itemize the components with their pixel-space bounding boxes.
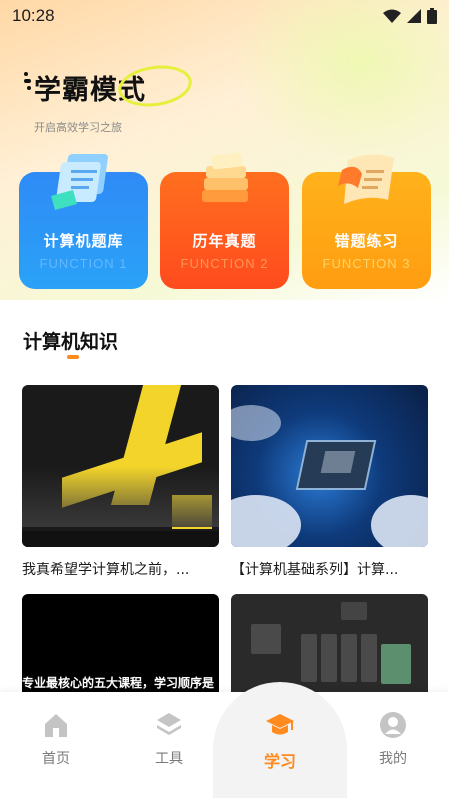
card-label: 历年真题 (192, 232, 257, 250)
card-sub: FUNCTION 2 (180, 256, 269, 271)
status-bar: 10:28 (0, 0, 449, 32)
home-icon (45, 714, 67, 737)
scroll-paper-icon (338, 154, 394, 204)
card-sub: FUNCTION 3 (322, 256, 411, 271)
thumbnail-title: 专业最核心的五大课程，学习顺序是 (22, 676, 215, 690)
thumbnail-caption-strip (22, 531, 219, 547)
video-caption: 【计算机基础系列】计算... (231, 562, 399, 578)
function-cards: 计算机题库 FUNCTION 1 历年真题 FUNCTION 2 错题练习 FU… (19, 152, 431, 290)
video-thumbnail[interactable] (231, 385, 428, 547)
section-underline (67, 355, 79, 359)
layers-icon (157, 713, 181, 735)
video-caption: 我真希望学计算机之前，... (22, 562, 190, 578)
video-card[interactable]: 【计算机基础系列】计算... (231, 385, 428, 579)
section-title: 计算机知识 (23, 331, 119, 353)
brand-subtitle: 开启高效学习之旅 (34, 121, 122, 134)
card-label: 计算机题库 (43, 232, 124, 250)
card-wrong-questions[interactable]: 错题练习 FUNCTION 3 (302, 154, 431, 289)
graduation-cap-icon (266, 714, 294, 735)
video-thumbnail[interactable] (22, 385, 219, 547)
card-sub: FUNCTION 1 (39, 256, 128, 271)
brand-title: 学霸模式 (22, 61, 195, 111)
tab-study[interactable]: 学习 (240, 710, 320, 772)
battery-icon (427, 8, 437, 24)
status-time: 10:28 (12, 6, 55, 25)
tab-label: 首页 (42, 751, 70, 767)
card-label: 错题练习 (334, 232, 399, 250)
tab-label: 我的 (379, 751, 407, 767)
brand: 学霸模式 开启高效学习之旅 (22, 61, 195, 135)
brand-mark-icon (24, 72, 32, 90)
book-stack-icon (202, 152, 248, 202)
card-past-exams[interactable]: 历年真题 FUNCTION 2 (160, 152, 289, 289)
document-stack-icon (51, 154, 108, 210)
card-question-bank[interactable]: 计算机题库 FUNCTION 1 (19, 154, 148, 289)
tab-me[interactable]: 我的 (353, 710, 433, 768)
status-icons (383, 8, 437, 24)
signal-icon (407, 9, 421, 23)
wifi-icon (383, 9, 401, 23)
tab-tools[interactable]: 工具 (129, 710, 209, 768)
user-icon (380, 712, 406, 738)
video-card[interactable]: 我真希望学计算机之前，... (22, 385, 219, 579)
tab-home[interactable]: 首页 (16, 710, 96, 768)
tab-label: 学习 (263, 752, 296, 771)
tab-label: 工具 (155, 751, 183, 767)
